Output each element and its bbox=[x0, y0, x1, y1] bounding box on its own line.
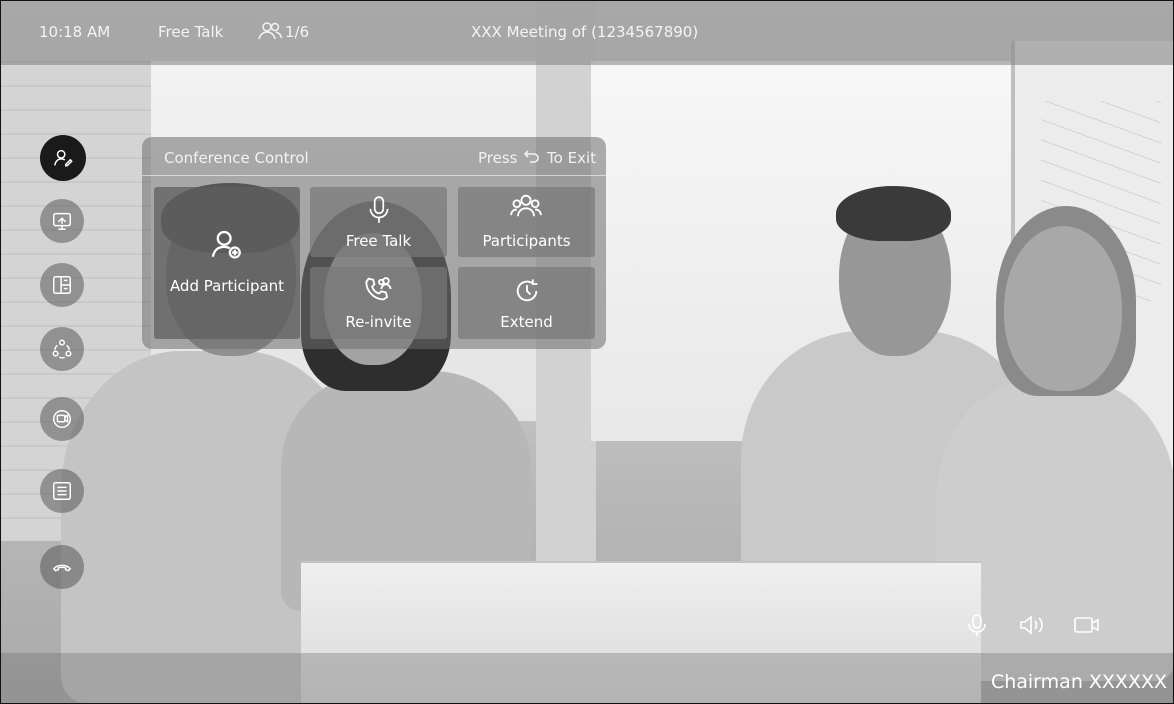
menu-list-icon bbox=[53, 482, 71, 500]
camera-icon bbox=[1074, 617, 1099, 633]
share-screen-icon bbox=[53, 212, 71, 230]
clock-time: 10:18 AM bbox=[39, 23, 111, 41]
meeting-title: XXX Meeting of (1234567890) bbox=[471, 23, 699, 41]
free-talk-button[interactable]: Free Talk bbox=[310, 187, 447, 257]
participant-control-button[interactable] bbox=[40, 135, 86, 181]
microphone-icon bbox=[369, 196, 389, 223]
add-participant-button[interactable]: Add Participant bbox=[154, 187, 300, 339]
reinvite-label: Re-invite bbox=[345, 313, 412, 331]
free-talk-label: Free Talk bbox=[345, 232, 412, 250]
extend-clock-icon bbox=[516, 279, 538, 302]
extend-button[interactable]: Extend bbox=[458, 267, 595, 339]
back-arrow-icon bbox=[524, 149, 540, 167]
participant-control-icon bbox=[54, 149, 73, 167]
hang-up-button[interactable] bbox=[40, 545, 84, 589]
exit-hint: Press To Exit bbox=[478, 149, 596, 167]
hang-up-icon bbox=[52, 564, 72, 572]
add-participant-icon bbox=[211, 230, 241, 259]
speaker-button[interactable] bbox=[1017, 605, 1047, 645]
exit-hint-prefix: Press bbox=[477, 149, 518, 167]
video-source-icon bbox=[53, 410, 71, 428]
layout-icon bbox=[53, 276, 71, 294]
participants-icon bbox=[257, 21, 283, 45]
participants-label: Participants bbox=[482, 232, 571, 250]
switch-speaker-button[interactable] bbox=[40, 327, 84, 371]
microphone-icon bbox=[968, 614, 986, 636]
meeting-mode: Free Talk bbox=[158, 23, 224, 41]
add-participant-label: Add Participant bbox=[169, 277, 285, 295]
microphone-button[interactable] bbox=[965, 605, 989, 645]
participants-button[interactable]: Participants bbox=[458, 187, 595, 257]
chairman-label: Chairman XXXXXX bbox=[990, 671, 1167, 693]
reinvite-icon bbox=[365, 277, 392, 301]
panel-header: Conference Control Press To Exit bbox=[142, 137, 606, 176]
exit-hint-suffix: To Exit bbox=[547, 149, 596, 167]
top-status-bar: 10:18 AM Free Talk 1/6 XXX Meeting of (1… bbox=[1, 1, 1173, 65]
panel-title: Conference Control bbox=[164, 149, 309, 167]
camera-button[interactable] bbox=[1072, 605, 1102, 645]
extend-label: Extend bbox=[500, 313, 553, 331]
share-screen-button[interactable] bbox=[40, 199, 84, 243]
layout-button[interactable] bbox=[40, 263, 84, 307]
reinvite-button[interactable]: Re-invite bbox=[310, 267, 447, 339]
meeting-screen: 10:18 AM Free Talk 1/6 XXX Meeting of (1… bbox=[0, 0, 1174, 704]
switch-speaker-icon bbox=[52, 339, 72, 359]
conference-control-panel: Conference Control Press To Exit Add Par… bbox=[142, 137, 606, 349]
speaker-icon bbox=[1020, 615, 1043, 635]
participant-count: 1/6 bbox=[285, 23, 310, 41]
video-source-button[interactable] bbox=[40, 397, 84, 441]
participants-tile-icon bbox=[510, 194, 542, 217]
menu-list-button[interactable] bbox=[40, 469, 84, 513]
